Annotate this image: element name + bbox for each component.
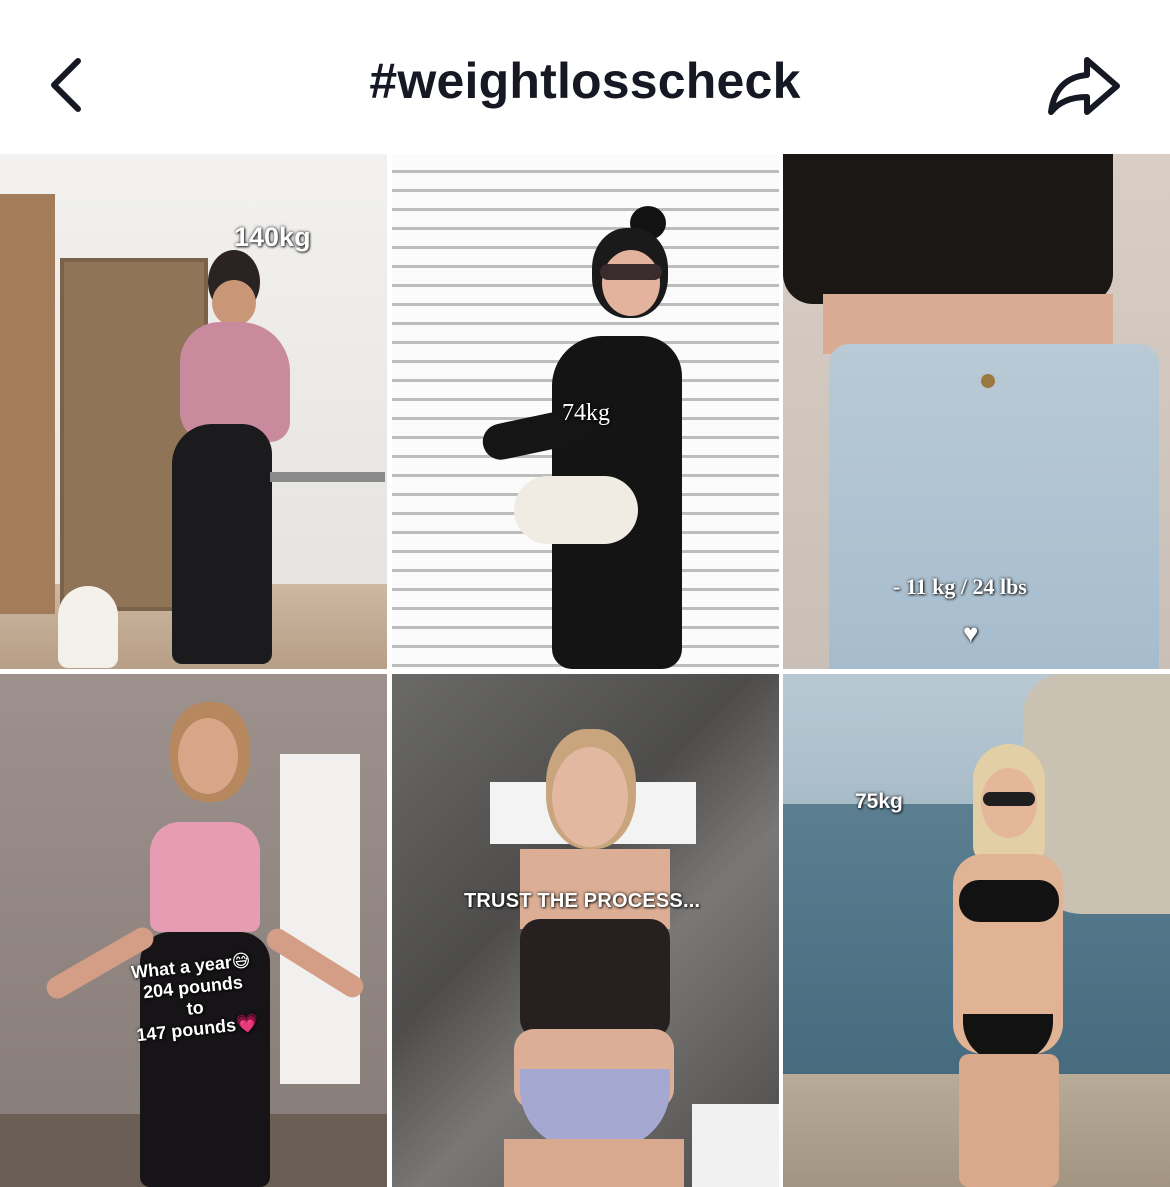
video-overlay-text: What a year😅 204 pounds to 147 pounds💗 xyxy=(110,948,282,1084)
person-figure xyxy=(484,729,704,1187)
door-left xyxy=(0,194,55,614)
jeans xyxy=(829,344,1159,669)
video-overlay-text: 140kg xyxy=(234,222,311,252)
video-overlay-text: 75kg xyxy=(855,790,903,813)
share-arrow-icon xyxy=(1048,57,1120,115)
video-grid: 140kg 74kg - 11 kg / 24 lbs ♥ What a yea… xyxy=(0,154,1170,1187)
header-bar: #weightlosscheck xyxy=(0,0,1170,154)
video-tile-3[interactable]: - 11 kg / 24 lbs ♥ xyxy=(783,154,1170,669)
share-button[interactable] xyxy=(1040,46,1130,126)
video-overlay-text: TRUST THE PROCESS... xyxy=(464,890,701,912)
person-figure xyxy=(479,206,722,669)
jeans-button xyxy=(981,374,995,388)
heart-icon: ♥ xyxy=(963,618,979,648)
crop-top xyxy=(783,154,1113,304)
dog xyxy=(58,586,118,668)
video-overlay-text: - 11 kg / 24 lbs xyxy=(893,574,1027,599)
video-tile-2[interactable]: 74kg xyxy=(392,154,779,669)
person-figure xyxy=(40,702,368,1187)
video-tile-5[interactable]: TRUST THE PROCESS... xyxy=(392,674,779,1187)
video-overlay-text: 74kg xyxy=(562,400,610,426)
page-title: #weightlosscheck xyxy=(369,53,801,109)
handbag xyxy=(514,476,638,544)
video-tile-6[interactable]: 75kg xyxy=(783,674,1170,1187)
grimacing-emoji-icon: 😅 xyxy=(230,950,252,972)
person-figure xyxy=(933,744,1083,1187)
pink-heart-emoji-icon: 💗 xyxy=(234,1012,260,1035)
bathtub xyxy=(692,1104,779,1187)
video-tile-4[interactable]: What a year😅 204 pounds to 147 pounds💗 xyxy=(0,674,387,1187)
table xyxy=(270,472,385,482)
person-figure xyxy=(172,244,292,664)
video-tile-1[interactable]: 140kg xyxy=(0,154,387,669)
